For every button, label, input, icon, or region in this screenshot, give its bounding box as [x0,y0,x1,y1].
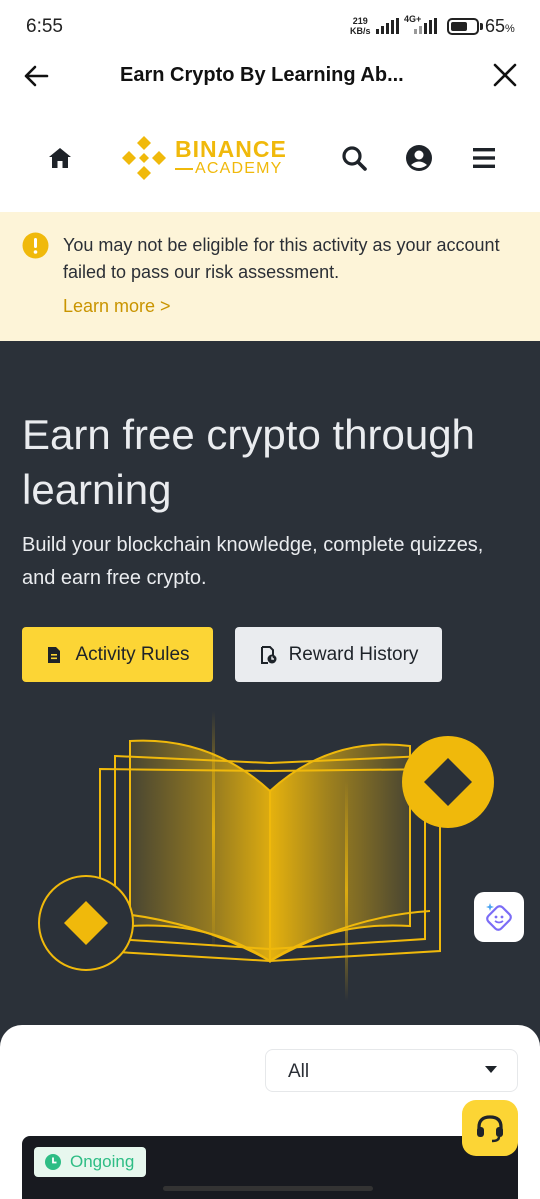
clock-icon [45,1154,61,1170]
binance-logo-icon [122,136,166,180]
status-time: 6:55 [26,16,63,37]
ai-assistant-icon [486,903,512,931]
signal-icon [414,18,437,34]
hero-section: Earn free crypto through learning Build … [0,341,540,1061]
nav-bar: Earn Crypto By Learning Ab... [0,52,540,100]
binance-academy-logo[interactable]: BINANCE ACADEMY [120,134,300,182]
logo-text-binance: BINANCE [175,136,287,162]
logo-text-academy: ACADEMY [175,160,283,178]
home-icon[interactable] [46,144,74,172]
status-filter-select[interactable]: All [265,1049,518,1092]
battery-icon [447,18,479,35]
menu-icon[interactable] [470,144,498,172]
home-indicator[interactable] [163,1186,373,1191]
site-header: BINANCE ACADEMY [0,118,540,198]
alert-message: You may not be eligible for this activit… [63,235,500,282]
signal-icon [376,18,399,34]
book-illustration [38,711,494,1001]
reward-history-button[interactable]: Reward History [235,627,442,682]
status-bar: 6:55 219 KB/s 4G+ 65% [0,0,540,52]
activity-list-panel: All Ongoing [0,1025,540,1199]
activity-rules-button[interactable]: Activity Rules [22,627,213,682]
network-speed: 219 KB/s [350,16,371,36]
back-arrow-icon[interactable] [22,62,50,90]
headset-icon [477,1115,503,1143]
risk-alert-banner: You may not be eligible for this activit… [0,212,540,341]
caret-down-icon [485,1066,497,1073]
search-icon[interactable] [340,144,368,172]
hero-title: Earn free crypto through learning [22,411,475,513]
page-title: Earn Crypto By Learning Ab... [120,64,404,86]
filter-selected-value: All [288,1061,310,1082]
close-icon[interactable] [492,62,518,88]
reward-history-label: Reward History [288,643,419,665]
hero-subtitle: Build your blockchain knowledge, complet… [22,534,484,589]
ai-assistant-button[interactable] [474,892,524,942]
activity-rules-label: Activity Rules [75,643,190,665]
document-icon [48,646,61,663]
status-label: Ongoing [70,1152,135,1171]
account-icon[interactable] [405,144,433,172]
warning-icon [22,232,49,259]
history-icon [260,645,277,664]
customer-support-button[interactable] [462,1100,518,1156]
ongoing-status-badge: Ongoing [34,1147,147,1177]
battery-percent: 65% [485,16,515,36]
battery-tip [480,23,483,30]
learn-more-link[interactable]: Learn more > [63,296,171,317]
battery-fill [451,22,467,31]
